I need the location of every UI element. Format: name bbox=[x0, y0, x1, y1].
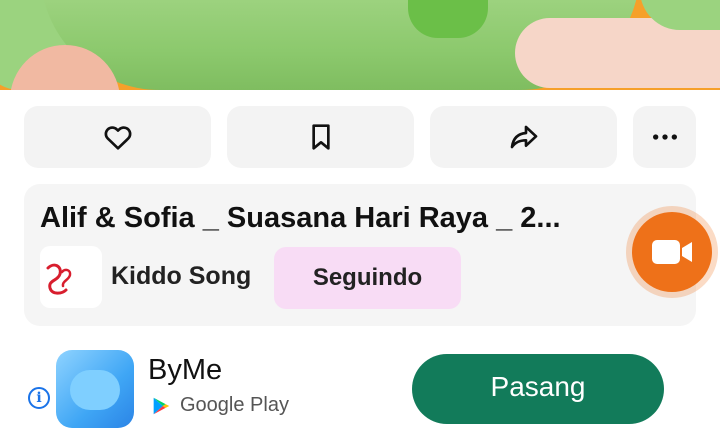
store-name: Google Play bbox=[180, 394, 289, 416]
video-info-card: Alif & Sofia _ Suasana Hari Raya _ 2... … bbox=[24, 184, 696, 326]
app-icon[interactable] bbox=[56, 350, 134, 428]
more-button[interactable] bbox=[633, 106, 696, 168]
share-button[interactable] bbox=[430, 106, 617, 168]
app-name: ByMe bbox=[148, 354, 223, 386]
video-title: Alif & Sofia _ Suasana Hari Raya _ 2... bbox=[40, 202, 561, 234]
bookmark-icon bbox=[311, 124, 330, 150]
like-button[interactable] bbox=[24, 106, 211, 168]
following-button[interactable]: Seguindo bbox=[274, 247, 461, 309]
channel-logo-icon bbox=[46, 263, 72, 295]
google-play-icon bbox=[153, 397, 170, 414]
ad-info-icon[interactable]: i bbox=[28, 387, 50, 409]
video-camera-icon bbox=[652, 240, 692, 264]
ad-banner: i ByMe Google Play Pasang bbox=[0, 340, 720, 428]
share-icon bbox=[510, 125, 537, 149]
save-button[interactable] bbox=[227, 106, 414, 168]
channel-name[interactable]: Kiddo Song bbox=[111, 262, 251, 291]
video-thumbnail[interactable] bbox=[0, 0, 720, 90]
heart-icon bbox=[104, 126, 131, 150]
store-label: Google Play bbox=[150, 394, 289, 417]
install-button[interactable]: Pasang bbox=[412, 354, 664, 424]
more-icon bbox=[652, 134, 677, 140]
channel-avatar[interactable] bbox=[40, 246, 102, 308]
action-bar bbox=[0, 106, 720, 168]
camera-fab-button[interactable] bbox=[632, 212, 712, 292]
